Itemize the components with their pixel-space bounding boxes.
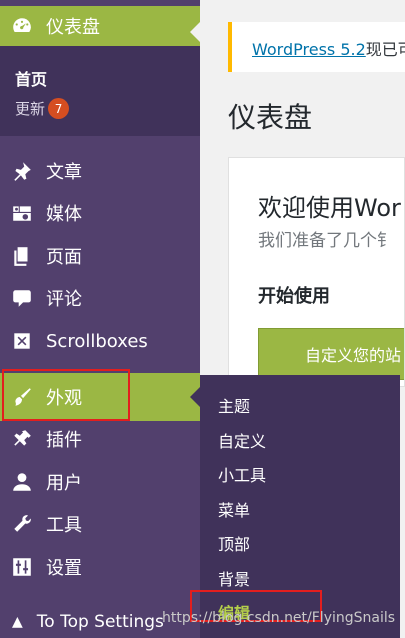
notice-suffix: 现已可 [365, 40, 405, 59]
page-title: 仪表盘 [228, 101, 313, 134]
highlight-box-appearance [2, 369, 130, 421]
pushpin-icon [10, 159, 34, 183]
update-notice-text: WordPress 5.2现已可 [252, 36, 405, 60]
update-count-badge: 7 [48, 98, 70, 119]
submenu-themes[interactable]: 主题 [218, 393, 250, 417]
media-camera-icon [10, 201, 34, 225]
menu-users-label: 用户 [46, 473, 82, 494]
menu-tools-label: 工具 [46, 515, 82, 536]
menu-posts[interactable]: 文章 [0, 150, 200, 192]
menu-scrollboxes[interactable]: Scrollboxes [0, 320, 200, 362]
dashboard-gauge-icon [10, 14, 34, 38]
welcome-panel: 欢迎使用Wor 我们准备了几个钅 开始使用 自定义您的站 [228, 157, 405, 387]
submenu-updates[interactable]: 更新 7 [15, 98, 70, 119]
flyout-pointer-arrow [190, 387, 200, 407]
user-icon [10, 470, 34, 494]
get-started-heading: 开始使用 [258, 286, 330, 307]
wrench-icon [10, 512, 34, 536]
settings-sliders-icon [10, 555, 34, 579]
submenu-updates-label: 更新 [15, 100, 46, 118]
menu-media[interactable]: 媒体 [0, 192, 200, 234]
menu-plugins-label: 插件 [46, 430, 82, 451]
menu-comments-label: 评论 [46, 289, 82, 310]
pages-icon [10, 244, 34, 268]
close-box-icon [10, 329, 34, 353]
wordpress-version-link[interactable]: WordPress 5.2 [252, 40, 366, 59]
submenu-background[interactable]: 背景 [218, 566, 250, 590]
menu-users[interactable]: 用户 [0, 461, 200, 503]
comment-bubble-icon [10, 286, 34, 310]
submenu-home[interactable]: 首页 [15, 66, 47, 90]
menu-pages-label: 页面 [46, 247, 82, 268]
menu-tools[interactable]: 工具 [0, 503, 200, 545]
submenu-widgets[interactable]: 小工具 [218, 462, 266, 486]
menu-totop-label: To Top Settings [36, 612, 164, 632]
dashboard-submenu [0, 46, 200, 136]
menu-settings-label: 设置 [46, 558, 82, 579]
chevron-up-icon: ▲ [12, 614, 23, 630]
submenu-header[interactable]: 顶部 [218, 531, 250, 555]
submenu-customize[interactable]: 自定义 [218, 428, 266, 452]
menu-comments[interactable]: 评论 [0, 277, 200, 319]
menu-scrollboxes-label: Scrollboxes [46, 330, 148, 352]
menu-settings[interactable]: 设置 [0, 546, 200, 588]
menu-media-label: 媒体 [46, 204, 82, 225]
watermark-url: https://blog.csdn.net/FlyingSnails [162, 610, 396, 626]
welcome-subtitle: 我们准备了几个钅 [258, 231, 394, 251]
customize-site-button[interactable]: 自定义您的站 [258, 328, 404, 380]
current-menu-arrow [190, 22, 200, 42]
menu-dashboard[interactable]: 仪表盘 [0, 6, 200, 46]
menu-dashboard-label: 仪表盘 [46, 17, 100, 38]
welcome-title: 欢迎使用Wor [258, 194, 401, 222]
menu-pages[interactable]: 页面 [0, 235, 200, 277]
submenu-menus[interactable]: 菜单 [218, 497, 250, 521]
menu-posts-label: 文章 [46, 162, 82, 183]
menu-plugins[interactable]: 插件 [0, 418, 200, 460]
update-notice: WordPress 5.2现已可 [228, 22, 405, 72]
admin-sidebar: 仪表盘 首页 更新 7 文章 媒体 页面 评论 Scrollboxes 外观 插… [0, 0, 200, 638]
plugin-icon [10, 427, 34, 451]
